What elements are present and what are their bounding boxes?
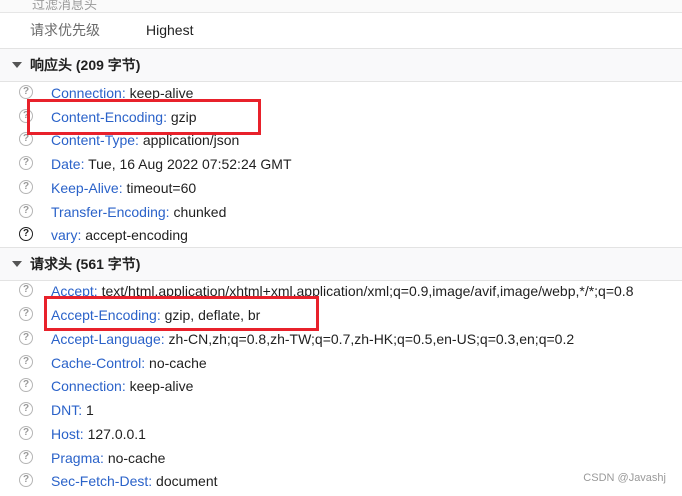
header-name[interactable]: Sec-Fetch-Dest: document <box>51 469 218 493</box>
header-value: no-cache <box>149 355 207 371</box>
header-name[interactable]: DNT: 1 <box>51 398 94 422</box>
highlight-box-accept-encoding <box>44 296 319 331</box>
header-name[interactable]: Connection: keep-alive <box>51 374 193 398</box>
request-priority-label: 请求优先级 <box>30 22 100 38</box>
watermark: CSDN @Javashj <box>583 472 666 484</box>
header-value: timeout=60 <box>126 180 197 196</box>
header-name[interactable]: Transfer-Encoding: chunked <box>51 200 226 224</box>
header-row-keep-alive: ? Keep-Alive: timeout=60 <box>0 176 682 200</box>
help-icon[interactable]: ? <box>19 473 33 487</box>
request-priority-row: 请求优先级 Highest <box>0 14 682 47</box>
request-headers-title: 请求头 (561 字节) <box>30 256 141 272</box>
header-row-sec-fetch-dest: ? Sec-Fetch-Dest: document <box>0 469 682 493</box>
help-icon[interactable]: ? <box>19 156 33 170</box>
header-value: keep-alive <box>129 378 194 394</box>
header-value: chunked <box>173 204 227 220</box>
help-icon[interactable]: ? <box>19 307 33 321</box>
header-value: accept-encoding <box>85 227 188 243</box>
help-icon[interactable]: ? <box>19 378 33 392</box>
filter-headers-text: 过滤消息头 <box>32 0 98 12</box>
request-priority-value: Highest <box>146 22 194 38</box>
request-headers-section[interactable]: 请求头 (561 字节) <box>0 247 682 281</box>
help-icon[interactable]: ? <box>19 204 33 218</box>
header-value: zh-CN,zh;q=0.8,zh-TW;q=0.7,zh-HK;q=0.5,e… <box>168 331 575 347</box>
help-icon[interactable]: ? <box>19 85 33 99</box>
header-value: 1 <box>86 402 94 418</box>
highlight-box-content-encoding <box>27 99 261 135</box>
collapse-triangle-icon[interactable] <box>12 62 22 68</box>
header-row-connection-req: ? Connection: keep-alive <box>0 374 682 398</box>
help-icon[interactable]: ? <box>19 402 33 416</box>
help-icon[interactable]: ? <box>19 283 33 297</box>
header-value: Tue, 16 Aug 2022 07:52:24 GMT <box>88 156 292 172</box>
help-icon[interactable]: ? <box>19 180 33 194</box>
header-row-date: ? Date: Tue, 16 Aug 2022 07:52:24 GMT <box>0 152 682 176</box>
response-headers-section[interactable]: 响应头 (209 字节) <box>0 48 682 82</box>
collapse-triangle-icon[interactable] <box>12 261 22 267</box>
header-name[interactable]: Cache-Control: no-cache <box>51 351 207 375</box>
help-icon[interactable]: ? <box>19 227 33 241</box>
header-value: document <box>156 473 218 489</box>
header-row-host: ? Host: 127.0.0.1 <box>0 422 682 446</box>
help-icon[interactable]: ? <box>19 426 33 440</box>
header-row-cache-control: ? Cache-Control: no-cache <box>0 351 682 375</box>
header-name[interactable]: Keep-Alive: timeout=60 <box>51 176 196 200</box>
help-icon[interactable]: ? <box>19 331 33 345</box>
header-value: 127.0.0.1 <box>87 426 146 442</box>
header-name[interactable]: Host: 127.0.0.1 <box>51 422 146 446</box>
filter-headers-bar[interactable]: 过滤消息头 <box>0 0 682 13</box>
header-row-transfer-encoding: ? Transfer-Encoding: chunked <box>0 200 682 224</box>
header-row-dnt: ? DNT: 1 <box>0 398 682 422</box>
help-icon[interactable]: ? <box>19 450 33 464</box>
help-icon[interactable]: ? <box>19 355 33 369</box>
response-headers-title: 响应头 (209 字节) <box>30 57 141 73</box>
header-name[interactable]: Pragma: no-cache <box>51 446 165 470</box>
header-name[interactable]: vary: accept-encoding <box>51 223 188 247</box>
header-row-vary: ? vary: accept-encoding <box>0 223 682 247</box>
header-name[interactable]: Date: Tue, 16 Aug 2022 07:52:24 GMT <box>51 152 292 176</box>
header-row-pragma: ? Pragma: no-cache <box>0 446 682 470</box>
header-value: no-cache <box>107 450 166 466</box>
